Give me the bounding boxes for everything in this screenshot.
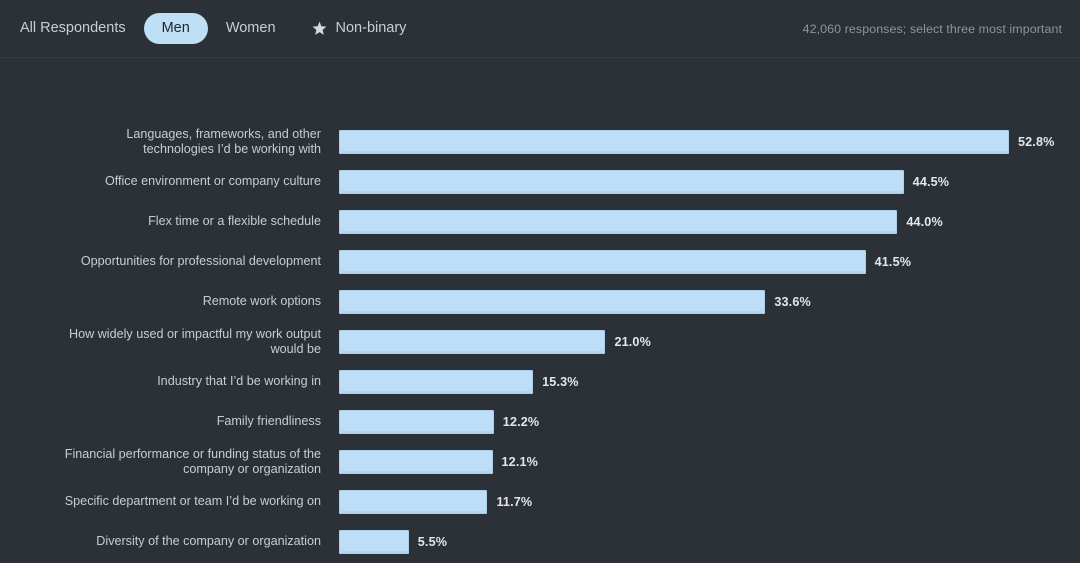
star-icon <box>312 21 327 36</box>
bar-row[interactable]: Diversity of the company or organization… <box>0 522 1080 562</box>
bar-value-label: 44.0% <box>906 215 943 229</box>
bar-track: 52.8% <box>339 130 1080 154</box>
bar[interactable] <box>339 370 534 394</box>
bar[interactable] <box>339 210 898 234</box>
bar-value-label: 33.6% <box>774 295 811 309</box>
bar-row[interactable]: Family friendliness 12.2% <box>0 402 1080 442</box>
bar-row[interactable]: Industry that I’d be working in 15.3% <box>0 362 1080 402</box>
bar-value-label: 52.8% <box>1018 135 1055 149</box>
bar-value-label: 5.5% <box>417 535 448 549</box>
bar-track: 44.5% <box>339 170 1080 194</box>
bar-track: 11.7% <box>339 490 1080 514</box>
bar[interactable] <box>339 530 409 554</box>
tab-women[interactable]: Women <box>208 13 294 45</box>
bar-category-label: How widely used or impactful my work out… <box>69 326 321 356</box>
tab-label: Women <box>225 19 276 36</box>
bar[interactable] <box>339 130 1009 154</box>
tab-all-respondents[interactable]: All Respondents <box>20 13 144 45</box>
bar-row[interactable]: Office environment or company culture 44.… <box>0 162 1080 202</box>
bar-category-label: Industry that I’d be working in <box>157 374 321 389</box>
bar-value-label: 41.5% <box>874 255 912 269</box>
bar-row[interactable]: Specific department or team I’d be worki… <box>0 482 1080 522</box>
respondent-filter-tabs: All Respondents Men Women Non-binary <box>20 12 425 45</box>
response-count-note: 42,060 responses; select three most impo… <box>802 21 1062 36</box>
bar-track: 21.0% <box>339 330 1080 354</box>
bar-value-label: 11.7% <box>496 495 533 509</box>
bar-category-label: Diversity of the company or organization <box>96 534 321 549</box>
bar-value-label: 12.2% <box>502 415 540 429</box>
bar-track: 12.2% <box>339 410 1080 434</box>
bar-value-label: 21.0% <box>614 335 651 349</box>
bar-value-label: 15.3% <box>542 375 579 389</box>
bar-category-label: Financial performance or funding status … <box>64 446 321 476</box>
bar-row[interactable]: Remote work options 33.6% <box>0 282 1080 322</box>
bar-category-label: Office environment or company culture <box>104 174 321 189</box>
bar[interactable] <box>339 170 904 194</box>
bar[interactable] <box>339 250 866 274</box>
tab-label: All Respondents <box>20 19 126 36</box>
bar[interactable] <box>339 410 494 434</box>
bar-track: 41.5% <box>339 250 1080 274</box>
tab-men[interactable]: Men <box>143 12 208 45</box>
bar-category-label: Opportunities for professional developme… <box>80 254 321 269</box>
filter-header: All Respondents Men Women Non-binary 42,… <box>0 0 1080 58</box>
bar-category-label: Languages, frameworks, and other technol… <box>126 126 321 156</box>
bar-track: 44.0% <box>339 210 1080 234</box>
bar-category-label: Remote work options <box>202 294 321 309</box>
bar-category-label: Specific department or team I’d be worki… <box>64 494 321 509</box>
bar-track: 33.6% <box>339 290 1080 314</box>
bar[interactable] <box>339 450 493 474</box>
bar[interactable] <box>339 290 766 314</box>
bar-value-label: 44.5% <box>912 175 950 189</box>
bar-track: 5.5% <box>339 530 1080 554</box>
bar-row[interactable]: Languages, frameworks, and other technol… <box>0 122 1080 162</box>
bar-row[interactable]: Flex time or a flexible schedule 44.0% <box>0 202 1080 242</box>
bar-row[interactable]: Financial performance or funding status … <box>0 442 1080 482</box>
bar-row[interactable]: How widely used or impactful my work out… <box>0 322 1080 362</box>
horizontal-bar-chart: Languages, frameworks, and other technol… <box>0 58 1080 562</box>
bar[interactable] <box>339 330 606 354</box>
bar-category-label: Family friendliness <box>216 414 321 429</box>
bar-track: 12.1% <box>339 450 1080 474</box>
tab-label: Men <box>161 19 190 36</box>
bar[interactable] <box>339 490 488 514</box>
bar-category-label: Flex time or a flexible schedule <box>148 214 321 229</box>
tab-non-binary[interactable]: Non-binary <box>294 13 425 45</box>
bar-row[interactable]: Opportunities for professional developme… <box>0 242 1080 282</box>
tab-label: Non-binary <box>335 19 407 36</box>
bar-value-label: 12.1% <box>501 455 538 469</box>
bar-track: 15.3% <box>339 370 1080 394</box>
